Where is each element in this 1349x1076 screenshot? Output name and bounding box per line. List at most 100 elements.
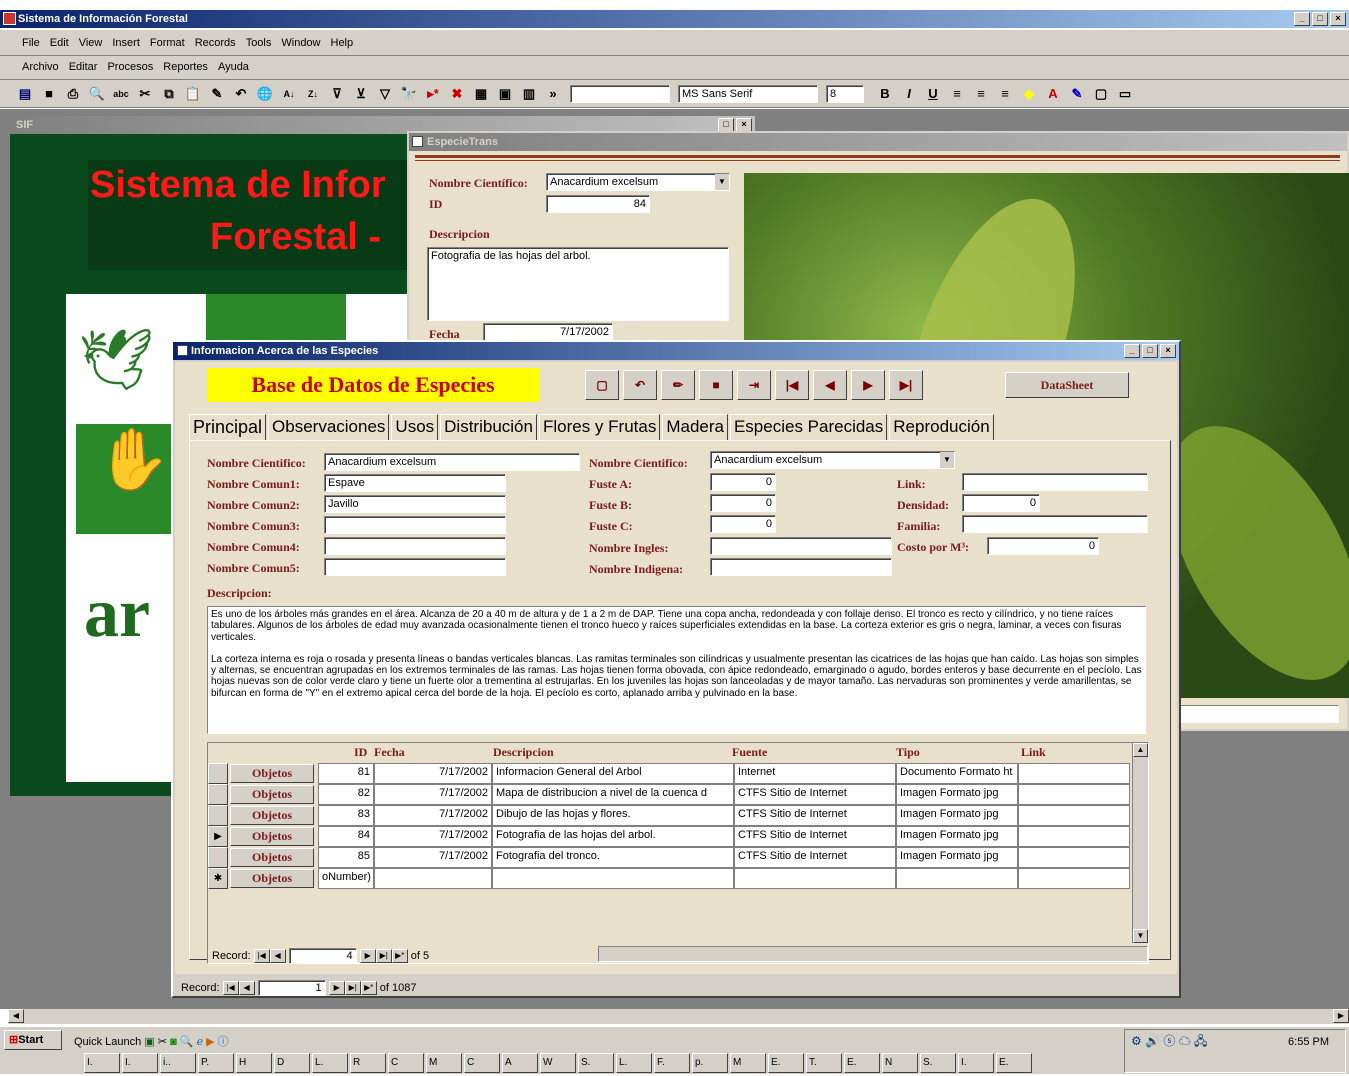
taskbar-button[interactable]: W: [540, 1053, 576, 1073]
sub-last-record-icon[interactable]: ▶|: [375, 949, 392, 963]
costo-field[interactable]: 0: [987, 537, 1099, 555]
subform-vscroll[interactable]: ▲ ▼: [1132, 743, 1148, 943]
cell-desc[interactable]: Dibujo de las hojas y flores.: [492, 805, 734, 826]
menu-procesos[interactable]: Procesos: [107, 61, 153, 73]
taskbar-button[interactable]: I.: [958, 1053, 994, 1073]
cell-fuente[interactable]: [734, 868, 896, 889]
sif-close-button[interactable]: ×: [736, 118, 752, 132]
font-name-combo[interactable]: MS Sans Serif: [678, 84, 818, 103]
find-icon[interactable]: 🔭: [398, 83, 420, 105]
nombre-comun3-field[interactable]: [324, 516, 506, 534]
sort-desc-icon[interactable]: Z↓: [302, 83, 324, 105]
cell-fecha[interactable]: [374, 868, 492, 889]
menu-reportes[interactable]: Reportes: [163, 61, 208, 73]
fuste-c-field[interactable]: 0: [710, 515, 776, 533]
save-record-button[interactable]: ■: [699, 370, 733, 400]
cell-tipo[interactable]: Imagen Formato jpg: [896, 826, 1018, 847]
nombre-cientifico-field[interactable]: Anacardium excelsum: [324, 453, 580, 471]
taskbar-button[interactable]: D: [274, 1053, 310, 1073]
menu-view[interactable]: View: [79, 37, 103, 49]
line-width-icon[interactable]: ▭: [1114, 83, 1136, 105]
taskbar-button[interactable]: L.: [312, 1053, 348, 1073]
start-button[interactable]: ⊞Start: [4, 1030, 62, 1050]
format-painter-icon[interactable]: ✎: [206, 83, 228, 105]
undo-icon[interactable]: ↶: [230, 83, 252, 105]
record-selector[interactable]: [208, 847, 228, 868]
taskbar-button[interactable]: i..: [160, 1053, 196, 1073]
taskbar-button[interactable]: I.: [122, 1053, 158, 1073]
cell-id[interactable]: 81: [318, 763, 374, 784]
menu-format[interactable]: Format: [150, 37, 185, 49]
taskbar-button[interactable]: S.: [578, 1053, 614, 1073]
objetos-button[interactable]: Objetos: [230, 869, 314, 888]
familia-field[interactable]: [962, 515, 1148, 533]
fill-color-icon[interactable]: ◆: [1018, 83, 1040, 105]
minimize-button[interactable]: _: [1294, 12, 1310, 26]
tab-madera[interactable]: Madera: [662, 414, 728, 440]
cell-link[interactable]: [1018, 805, 1130, 826]
properties-icon[interactable]: ▦: [470, 83, 492, 105]
main-next-record-icon[interactable]: ▶: [328, 981, 345, 995]
tab-reprodución[interactable]: Reprodución: [889, 414, 994, 440]
sub-new-record-icon[interactable]: ▶*: [391, 949, 408, 963]
cell-desc[interactable]: Fotografia del tronco.: [492, 847, 734, 868]
view-icon[interactable]: ▤: [14, 83, 36, 105]
taskbar-button[interactable]: M: [730, 1053, 766, 1073]
new-object-icon[interactable]: ▥: [518, 83, 540, 105]
cell-fecha[interactable]: 7/17/2002: [374, 847, 492, 868]
tab-especies-parecidas[interactable]: Especies Parecidas: [729, 414, 888, 440]
tab-principal[interactable]: Principal: [189, 414, 267, 440]
id-field[interactable]: 84: [546, 195, 650, 213]
database-window-icon[interactable]: ▣: [494, 83, 516, 105]
desc-field[interactable]: Fotografia de las hojas del arbol.: [427, 247, 729, 321]
taskbar-button[interactable]: E.: [844, 1053, 880, 1073]
align-left-icon[interactable]: ≡: [946, 83, 968, 105]
print-icon[interactable]: ⎙: [62, 83, 84, 105]
fuste-b-field[interactable]: 0: [710, 494, 776, 512]
taskbar-button[interactable]: L.: [616, 1053, 652, 1073]
menu-edit[interactable]: Edit: [50, 37, 69, 49]
hscroll-right-icon[interactable]: ▶: [1333, 1009, 1349, 1023]
close-button[interactable]: ×: [1330, 12, 1346, 26]
sub-first-record-icon[interactable]: |◀: [253, 949, 270, 963]
menu-window[interactable]: Window: [281, 37, 320, 49]
record-selector[interactable]: ✱: [208, 868, 228, 889]
first-record-button[interactable]: |◀: [775, 370, 809, 400]
record-selector[interactable]: [208, 805, 228, 826]
font-size-combo[interactable]: 8: [826, 84, 864, 103]
menu-file[interactable]: File: [22, 37, 40, 49]
tab-observaciones[interactable]: Observaciones: [268, 414, 390, 440]
nombre-cientifico2-combo[interactable]: Anacardium excelsum ▼: [710, 451, 955, 469]
objetos-button[interactable]: Objetos: [230, 785, 314, 804]
taskbar-button[interactable]: P.: [198, 1053, 234, 1073]
cell-desc[interactable]: Informacion General del Arbol: [492, 763, 734, 784]
info-restore-button[interactable]: □: [1142, 344, 1158, 358]
nombre-comun2-field[interactable]: Javillo: [324, 495, 506, 513]
nombre-comun5-field[interactable]: [324, 558, 506, 576]
menu-tools[interactable]: Tools: [246, 37, 272, 49]
hyperlink-icon[interactable]: 🌐: [254, 83, 276, 105]
copy-icon[interactable]: ⧉: [158, 83, 180, 105]
cell-desc[interactable]: Mapa de distribucion a nivel de la cuenc…: [492, 784, 734, 805]
subform-hscroll[interactable]: [598, 946, 1148, 962]
cell-tipo[interactable]: Imagen Formato jpg: [896, 784, 1018, 805]
info-close-button[interactable]: ×: [1160, 344, 1176, 358]
cell-fecha[interactable]: 7/17/2002: [374, 826, 492, 847]
underline-icon[interactable]: U: [922, 83, 944, 105]
taskbar-button[interactable]: E.: [768, 1053, 804, 1073]
object-combo[interactable]: [570, 84, 670, 103]
dropdown-arrow-icon[interactable]: ▼: [715, 174, 729, 190]
taskbar-button[interactable]: R: [350, 1053, 386, 1073]
menu-help[interactable]: Help: [331, 37, 354, 49]
nombre-comun4-field[interactable]: [324, 537, 506, 555]
cell-link[interactable]: [1018, 784, 1130, 805]
main-last-record-icon[interactable]: ▶|: [344, 981, 361, 995]
fecha-field[interactable]: 7/17/2002: [483, 323, 613, 341]
menu-archivo[interactable]: Archivo: [22, 61, 59, 73]
cell-id[interactable]: 85: [318, 847, 374, 868]
datasheet-button[interactable]: DataSheet: [1005, 372, 1129, 398]
sif-restore-button[interactable]: □: [718, 118, 734, 132]
mdi-hscroll[interactable]: ◀ ▶: [8, 1008, 1349, 1024]
main-prev-record-icon[interactable]: ◀: [238, 981, 255, 995]
cell-id[interactable]: 83: [318, 805, 374, 826]
